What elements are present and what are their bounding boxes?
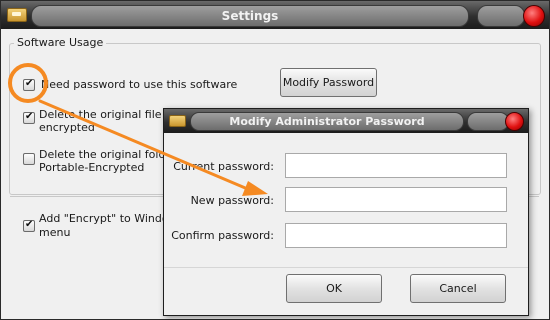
delete-original-file-label-line1: Delete the original file aft bbox=[39, 108, 180, 121]
dialog-button-divider bbox=[164, 267, 528, 268]
ok-button[interactable]: OK bbox=[286, 274, 382, 303]
delete-original-file-checkbox[interactable] bbox=[23, 111, 35, 124]
add-encrypt-label-line1: Add "Encrypt" to Window bbox=[39, 212, 178, 225]
delete-original-folder-label-line2: Portable-Encrypted bbox=[39, 161, 145, 174]
dialog-title-bar[interactable]: Modify Administrator Password bbox=[164, 109, 528, 133]
add-encrypt-checkbox[interactable] bbox=[23, 219, 35, 232]
delete-original-folder-label-line1: Delete the original folder bbox=[39, 148, 177, 161]
window-controls bbox=[477, 5, 525, 27]
modify-password-dialog: Modify Administrator Password Current pa… bbox=[163, 108, 529, 316]
add-encrypt-label-line2: menu bbox=[39, 226, 71, 239]
need-password-label: Need password to use this software bbox=[41, 78, 238, 91]
dialog-title: Modify Administrator Password bbox=[190, 112, 464, 131]
delete-original-file-label-line2: encrypted bbox=[39, 121, 95, 134]
software-usage-legend: Software Usage bbox=[14, 36, 107, 49]
app-icon bbox=[7, 8, 27, 22]
cancel-button[interactable]: Cancel bbox=[410, 274, 506, 303]
window-title: Settings bbox=[31, 5, 469, 27]
close-button[interactable] bbox=[523, 5, 545, 27]
modify-password-button[interactable]: Modify Password bbox=[280, 68, 377, 97]
new-password-input[interactable] bbox=[285, 187, 507, 212]
confirm-password-label: Confirm password: bbox=[171, 229, 274, 242]
new-password-label: New password: bbox=[190, 194, 274, 207]
title-bar[interactable]: Settings bbox=[1, 1, 549, 29]
dialog-controls bbox=[467, 112, 509, 131]
dialog-app-icon bbox=[169, 115, 186, 127]
delete-original-folder-checkbox[interactable] bbox=[23, 153, 35, 165]
confirm-password-input[interactable] bbox=[285, 223, 507, 248]
current-password-label: Current password: bbox=[173, 160, 274, 173]
highlight-circle bbox=[8, 63, 48, 103]
dialog-close-button[interactable] bbox=[505, 112, 524, 131]
current-password-input[interactable] bbox=[285, 153, 507, 178]
